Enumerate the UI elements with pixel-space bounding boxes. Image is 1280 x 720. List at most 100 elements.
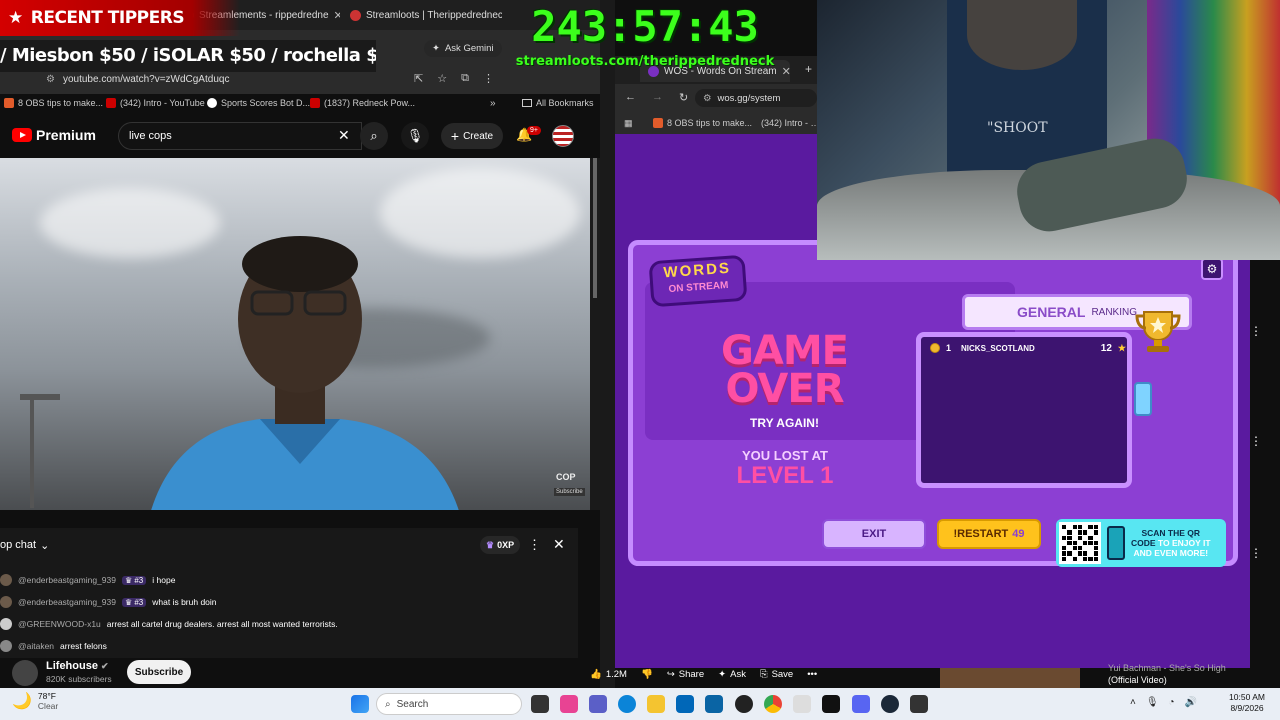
thumbs-down-icon[interactable]: 👎: [641, 669, 653, 680]
chat-author[interactable]: @aitaken: [18, 641, 54, 651]
chat-message: @enderbeastgaming_939 ♛ #3 i hope: [0, 571, 175, 589]
windows-start-icon[interactable]: [351, 695, 369, 713]
avatar[interactable]: [0, 640, 12, 652]
all-bookmarks-button[interactable]: All Bookmarks: [522, 96, 594, 110]
bookmarks-overflow-icon[interactable]: »: [490, 96, 496, 110]
clear-search-icon[interactable]: ✕: [338, 127, 350, 144]
task-view-icon[interactable]: [531, 695, 549, 713]
bookmark-item[interactable]: Sports Scores Bot D...: [207, 96, 310, 110]
install-icon[interactable]: ⇱: [414, 72, 423, 85]
extensions-icon[interactable]: ⧉: [461, 72, 469, 85]
voice-search-button[interactable]: 🎙: [401, 122, 429, 150]
bookmark-item[interactable]: (1837) Redneck Pow...: [310, 96, 415, 110]
bookmark-label: (1837) Redneck Pow...: [324, 98, 416, 108]
ask-button[interactable]: ✦ Ask: [718, 669, 746, 680]
bookmark-item[interactable]: (342) Intro - …: [757, 116, 817, 130]
back-icon[interactable]: ←: [625, 91, 636, 104]
store-icon[interactable]: [676, 695, 694, 713]
qr-code-promo[interactable]: SCAN THE QR CODE TO ENJOY IT AND EVEN MO…: [1056, 519, 1226, 567]
chat-text: what is bruh doin: [152, 597, 217, 607]
scrollbar-thumb[interactable]: [593, 158, 597, 298]
tab-label: Streamloots | Therippedredneck: [366, 9, 502, 21]
avatar[interactable]: [0, 596, 12, 608]
chevron-up-icon[interactable]: ˄: [1130, 697, 1136, 708]
weather-widget[interactable]: 🌙 78°F Clear: [12, 691, 58, 711]
recommended-video[interactable]: Yui Bachman - She's So High (Official Vi…: [1108, 662, 1226, 686]
browser-tab[interactable]: Streamloots | Therippedredneck ✕: [342, 4, 502, 26]
bookmark-star-icon[interactable]: ☆: [437, 72, 447, 85]
like-button[interactable]: 👍 1.2M: [590, 669, 627, 680]
avatar[interactable]: [0, 618, 12, 630]
bookmark-item[interactable]: 8 OBS tips to make...: [4, 96, 103, 110]
try-again-text: TRY AGAIN!: [750, 416, 819, 430]
save-button[interactable]: ⎘ Save: [760, 669, 793, 680]
wos-url-bar[interactable]: ⚙ wos.gg/system: [695, 89, 817, 107]
discord-icon[interactable]: [852, 695, 870, 713]
site-info-icon[interactable]: ⚙: [46, 74, 55, 85]
mail-icon[interactable]: [705, 695, 723, 713]
create-button[interactable]: + Create: [441, 123, 503, 149]
obs-icon[interactable]: [735, 695, 753, 713]
copilot-icon[interactable]: [560, 695, 578, 713]
chat-author[interactable]: @enderbeastgaming_939: [18, 575, 116, 585]
steam-icon[interactable]: [881, 695, 899, 713]
bookmark-item[interactable]: (342) Intro - YouTube: [106, 96, 205, 110]
channel-name[interactable]: Lifehouse: [46, 660, 98, 672]
close-tab-icon[interactable]: ✕: [334, 9, 340, 22]
chat-author[interactable]: @enderbeastgaming_939: [18, 597, 116, 607]
ranking-scroll-handle[interactable]: [1134, 382, 1152, 416]
menu-kebab-icon[interactable]: ⋮: [483, 72, 494, 85]
edge-icon[interactable]: [618, 695, 636, 713]
scrollbar-track[interactable]: [590, 158, 600, 510]
bookmark-label: 8 OBS tips to make...: [667, 118, 753, 128]
reload-icon[interactable]: ↻: [679, 91, 688, 104]
wifi-icon[interactable]: ◔: [1169, 697, 1175, 708]
teams-icon[interactable]: [589, 695, 607, 713]
bookmark-item[interactable]: 8 OBS tips to make...: [653, 116, 752, 130]
new-tab-icon[interactable]: +: [805, 62, 812, 76]
file-explorer-icon[interactable]: [647, 695, 665, 713]
exit-button[interactable]: EXIT: [822, 519, 926, 549]
url-bar[interactable]: ⚙ youtube.com/watch?v=zWdCgAtduqc: [46, 69, 406, 89]
account-avatar[interactable]: [552, 125, 574, 147]
subscribe-button[interactable]: Subscribe: [127, 660, 191, 684]
video-frame-person: [151, 236, 459, 510]
xp-badge[interactable]: ♛ 0XP: [480, 536, 521, 554]
apps-grid-icon[interactable]: ▦: [624, 116, 633, 130]
app-icon[interactable]: [910, 695, 928, 713]
chat-message: @GREENWOOD-x1u arrest all cartel drug de…: [0, 615, 338, 633]
ask-gemini-button[interactable]: ✦ Ask Gemini: [424, 40, 502, 57]
star-icon: ★: [8, 8, 23, 28]
subathon-timer: 243:57:43: [531, 2, 759, 51]
search-input[interactable]: live cops: [118, 122, 362, 150]
avatar[interactable]: [0, 574, 12, 586]
app-icon[interactable]: [793, 695, 811, 713]
taskbar-search-placeholder: Search: [396, 698, 429, 710]
gemini-icon: ✦: [432, 43, 440, 54]
recommended-thumbnail[interactable]: [940, 668, 1080, 688]
bookmark-favicon-icon: [653, 118, 663, 128]
forward-icon[interactable]: →: [652, 91, 663, 104]
channel-avatar[interactable]: [12, 660, 38, 686]
settings-gear-icon[interactable]: ⚙: [1201, 258, 1223, 280]
terminal-icon[interactable]: [822, 695, 840, 713]
youtube-logo[interactable]: Premium: [12, 127, 96, 143]
chat-menu-kebab-icon[interactable]: ⋮: [528, 537, 541, 553]
moon-icon: 🌙: [12, 693, 32, 710]
search-button[interactable]: ⌕: [360, 122, 388, 150]
video-player[interactable]: COP Subscribe: [0, 158, 590, 510]
close-chat-icon[interactable]: ✕: [553, 536, 565, 553]
streamloots-url: streamloots.com/therippedredneck: [515, 54, 775, 69]
ticker-text: / Miesbon $50 / iSOLAR $50 / rochella $5…: [0, 45, 376, 66]
restart-button[interactable]: !RESTART 49: [937, 519, 1041, 549]
chrome-icon[interactable]: [764, 695, 782, 713]
microphone-icon[interactable]: 🎙: [1146, 697, 1159, 708]
video-subscribe-watermark[interactable]: Subscribe: [554, 488, 585, 496]
share-button[interactable]: ↪ Share: [667, 669, 704, 680]
more-icon[interactable]: •••: [807, 669, 817, 680]
chat-author[interactable]: @GREENWOOD-x1u: [18, 619, 101, 629]
taskbar-search[interactable]: ⌕ Search: [376, 693, 522, 715]
taskbar-clock[interactable]: 10:50 AM 8/9/2026: [1218, 692, 1276, 714]
volume-icon[interactable]: 🔊: [1185, 697, 1197, 708]
ask-label: Ask: [730, 668, 746, 680]
